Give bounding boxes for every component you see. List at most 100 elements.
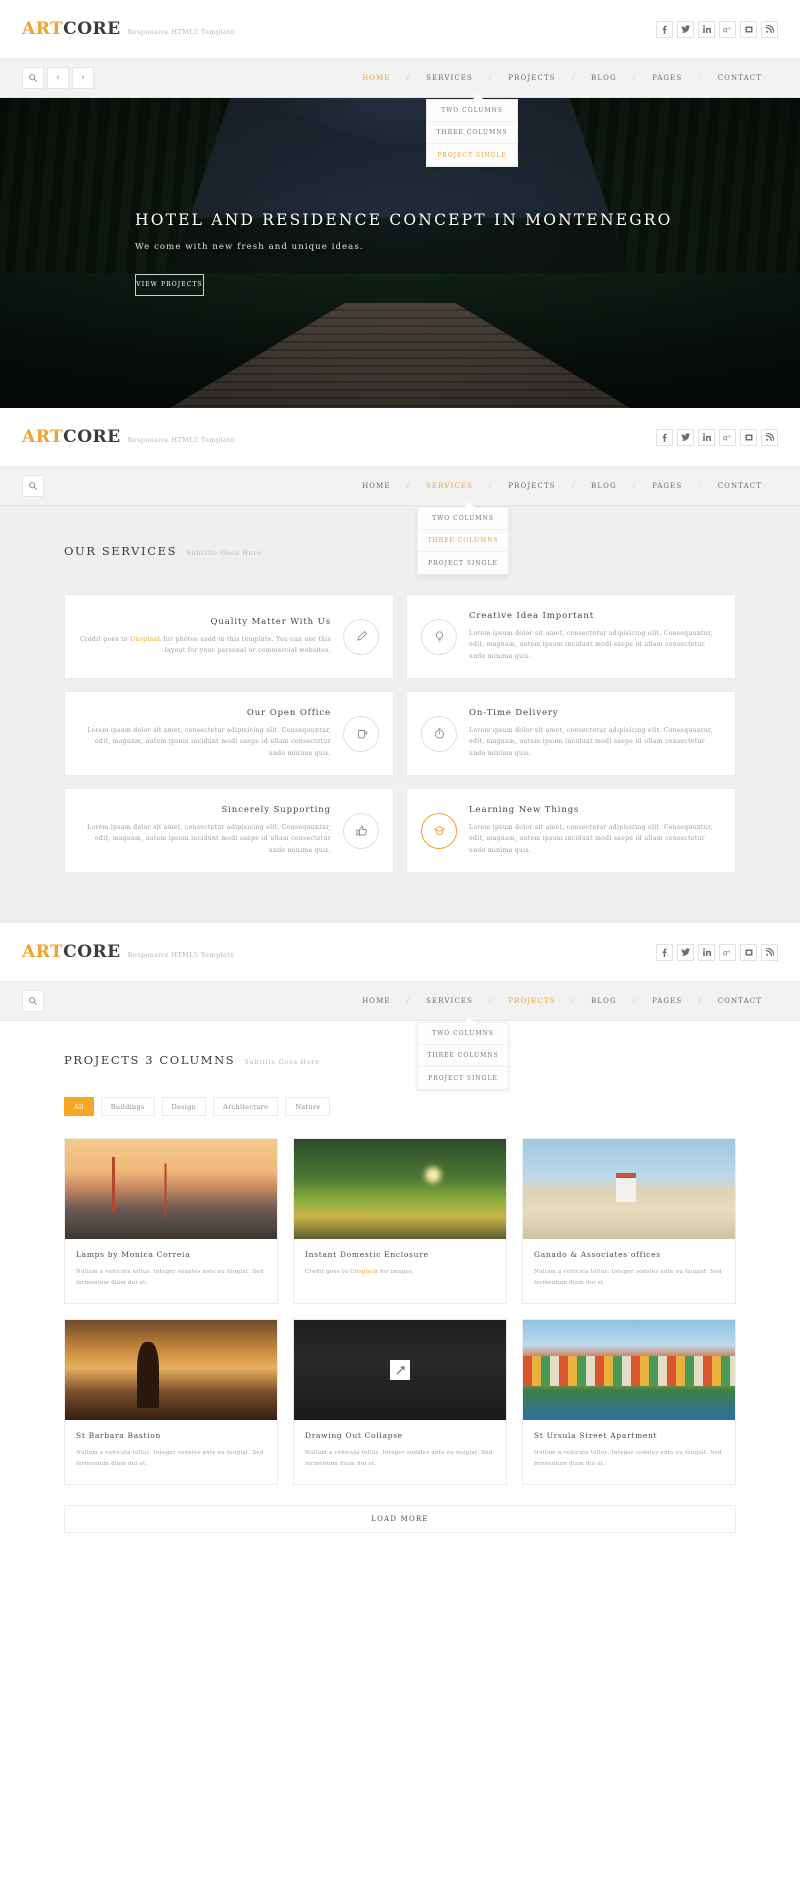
section-services: ARTCORE Responsive HTML5 Template g + HOM… bbox=[0, 408, 800, 923]
logo-tagline: Responsive HTML5 Template bbox=[127, 951, 235, 959]
linkedin-icon[interactable] bbox=[698, 20, 715, 38]
twitter-icon[interactable] bbox=[677, 20, 694, 38]
coffee-cup-icon bbox=[343, 715, 379, 752]
social-links-1: g + bbox=[656, 20, 778, 38]
rss-icon[interactable] bbox=[761, 943, 778, 961]
service-title: Quality Matter With Us bbox=[210, 616, 331, 627]
filter-nature[interactable]: Nature bbox=[285, 1097, 331, 1116]
dropdown-item-project-single[interactable]: PROJECT SINGLE bbox=[427, 144, 517, 166]
project-title: Instant Domestic Enclosure bbox=[305, 1250, 429, 1259]
service-title: Creative Idea Important bbox=[469, 611, 595, 622]
behance-icon[interactable] bbox=[740, 428, 757, 446]
nav-item-pages[interactable]: PAGES bbox=[636, 997, 698, 1005]
dropdown-item-project-single[interactable]: PROJECT SINGLE bbox=[418, 1067, 508, 1089]
nav-item-projects[interactable]: PROJECTS bbox=[492, 482, 571, 490]
behance-icon[interactable] bbox=[740, 20, 757, 38]
site-logo-2[interactable]: ARTCORE Responsive HTML5 Template bbox=[22, 427, 235, 447]
service-card[interactable]: Creative Idea Important Lorem ipsum dolo… bbox=[406, 594, 736, 679]
filter-buildings[interactable]: Buildings bbox=[100, 1097, 155, 1116]
svg-text:+: + bbox=[727, 434, 731, 440]
search-icon[interactable] bbox=[22, 475, 44, 497]
nav-item-contact[interactable]: CONTACT bbox=[702, 997, 778, 1005]
search-icon[interactable] bbox=[22, 990, 44, 1012]
projects-dropdown-1: TWO COLUMNS THREE COLUMNS PROJECT SINGLE bbox=[426, 94, 518, 167]
chevron-right-icon[interactable]: › bbox=[72, 67, 94, 89]
project-card[interactable]: Lamps by Monica Correia Nullam a vehicul… bbox=[64, 1138, 278, 1304]
rss-icon[interactable] bbox=[761, 428, 778, 446]
project-card[interactable]: Ganado & Associates offices Nullam a veh… bbox=[522, 1138, 736, 1304]
service-card[interactable]: Our Open Office Lorem ipsum dolor sit am… bbox=[64, 691, 394, 776]
nav-item-contact[interactable]: CONTACT bbox=[702, 482, 778, 490]
service-card[interactable]: On-Time Delivery Lorem ipsum dolor sit a… bbox=[406, 691, 736, 776]
dropdown-item-two-columns[interactable]: TWO COLUMNS bbox=[418, 1023, 508, 1045]
nav-item-blog[interactable]: BLOG bbox=[575, 997, 633, 1005]
top-bar-2: ARTCORE Responsive HTML5 Template g + bbox=[0, 408, 800, 466]
project-thumbnail[interactable] bbox=[65, 1320, 277, 1420]
nav-item-services[interactable]: SERVICES bbox=[410, 74, 489, 82]
project-card[interactable]: Instant Domestic Enclosure Credit goes t… bbox=[293, 1138, 507, 1304]
project-card[interactable]: St Barbara Bastion Nullam a vehicula tel… bbox=[64, 1319, 278, 1485]
unsplash-link[interactable]: Unsplash bbox=[350, 1269, 378, 1275]
project-thumbnail[interactable] bbox=[65, 1139, 277, 1239]
twitter-icon[interactable] bbox=[677, 943, 694, 961]
project-meta: Drawing Out Collapse Nullam a vehicula t… bbox=[294, 1420, 506, 1484]
nav-item-pages[interactable]: PAGES bbox=[636, 482, 698, 490]
nav-item-contact[interactable]: CONTACT bbox=[702, 74, 778, 82]
search-icon[interactable] bbox=[22, 67, 44, 89]
service-card[interactable]: Sincerely Supporting Lorem ipsum dolor s… bbox=[64, 788, 394, 873]
nav-item-pages[interactable]: PAGES bbox=[636, 74, 698, 82]
project-card[interactable]: St Ursula Street Apartment Nullam a vehi… bbox=[522, 1319, 736, 1485]
project-thumbnail[interactable] bbox=[523, 1320, 735, 1420]
dropdown-item-three-columns[interactable]: THREE COLUMNS bbox=[418, 530, 508, 552]
filter-design[interactable]: Design bbox=[161, 1097, 207, 1116]
project-filters: All Buildings Design Architecture Nature bbox=[0, 1067, 800, 1116]
nav-item-blog[interactable]: BLOG bbox=[575, 482, 633, 490]
facebook-icon[interactable] bbox=[656, 20, 673, 38]
project-thumbnail[interactable] bbox=[523, 1139, 735, 1239]
dropdown-item-project-single[interactable]: PROJECT SINGLE bbox=[418, 552, 508, 574]
filter-architecture[interactable]: Architecture bbox=[213, 1097, 279, 1116]
dropdown-item-three-columns[interactable]: THREE COLUMNS bbox=[427, 122, 517, 144]
project-thumbnail[interactable] bbox=[294, 1139, 506, 1239]
service-text: Lorem ipsum dolor sit amet, consectetur … bbox=[87, 824, 331, 854]
nav-item-blog[interactable]: BLOG bbox=[575, 74, 633, 82]
service-card[interactable]: Quality Matter With Us Credit goes to Un… bbox=[64, 594, 394, 679]
linkedin-icon[interactable] bbox=[698, 428, 715, 446]
dropdown-item-three-columns[interactable]: THREE COLUMNS bbox=[418, 1045, 508, 1067]
facebook-icon[interactable] bbox=[656, 943, 673, 961]
project-card[interactable]: Drawing Out Collapse Nullam a vehicula t… bbox=[293, 1319, 507, 1485]
services-body: OUR SERVICES Subtitle Goes Here Quality … bbox=[0, 506, 800, 923]
twitter-icon[interactable] bbox=[677, 428, 694, 446]
unsplash-link[interactable]: Unsplash bbox=[130, 636, 161, 643]
dropdown-item-two-columns[interactable]: TWO COLUMNS bbox=[418, 508, 508, 530]
nav-item-projects[interactable]: PROJECTS bbox=[492, 74, 571, 82]
chevron-left-icon[interactable]: ‹ bbox=[47, 67, 69, 89]
dropdown-item-two-columns[interactable]: TWO COLUMNS bbox=[427, 100, 517, 122]
filter-all[interactable]: All bbox=[64, 1097, 94, 1116]
rss-icon[interactable] bbox=[761, 20, 778, 38]
projects-grid: Lamps by Monica Correia Nullam a vehicul… bbox=[0, 1116, 800, 1485]
load-more-button[interactable]: LOAD MORE bbox=[64, 1505, 736, 1533]
view-projects-button[interactable]: VIEW PROJECTS bbox=[135, 273, 204, 296]
project-thumbnail[interactable] bbox=[294, 1320, 506, 1420]
google-plus-icon[interactable]: g + bbox=[719, 943, 736, 961]
behance-icon[interactable] bbox=[740, 943, 757, 961]
site-logo[interactable]: ARTCORE Responsive HTML5 Template bbox=[22, 19, 235, 39]
hero-slider[interactable]: HOTEL AND RESIDENCE CONCEPT IN MONTENEGR… bbox=[0, 98, 800, 408]
nav-item-home[interactable]: HOME bbox=[346, 74, 407, 82]
nav-item-home[interactable]: HOME bbox=[346, 482, 407, 490]
nav-item-services[interactable]: SERVICES bbox=[410, 482, 489, 490]
nav-item-home[interactable]: HOME bbox=[346, 997, 407, 1005]
google-plus-icon[interactable]: g + bbox=[719, 20, 736, 38]
nav-item-services[interactable]: SERVICES bbox=[410, 997, 489, 1005]
nav-menu-3: HOME / SERVICES / PROJECTS / BLOG / PAGE… bbox=[346, 997, 778, 1005]
nav-item-projects[interactable]: PROJECTS bbox=[492, 997, 571, 1005]
site-logo-3[interactable]: ARTCORE Responsive HTML5 Template bbox=[22, 942, 235, 962]
service-card[interactable]: Learning New Things Lorem ipsum dolor si… bbox=[406, 788, 736, 873]
page-title: OUR SERVICES bbox=[64, 544, 178, 558]
linkedin-icon[interactable] bbox=[698, 943, 715, 961]
nav-bar-3: HOME / SERVICES / PROJECTS / BLOG / PAGE… bbox=[0, 981, 800, 1090]
google-plus-icon[interactable]: g + bbox=[719, 428, 736, 446]
facebook-icon[interactable] bbox=[656, 428, 673, 446]
zoom-expand-icon[interactable] bbox=[390, 1360, 410, 1380]
